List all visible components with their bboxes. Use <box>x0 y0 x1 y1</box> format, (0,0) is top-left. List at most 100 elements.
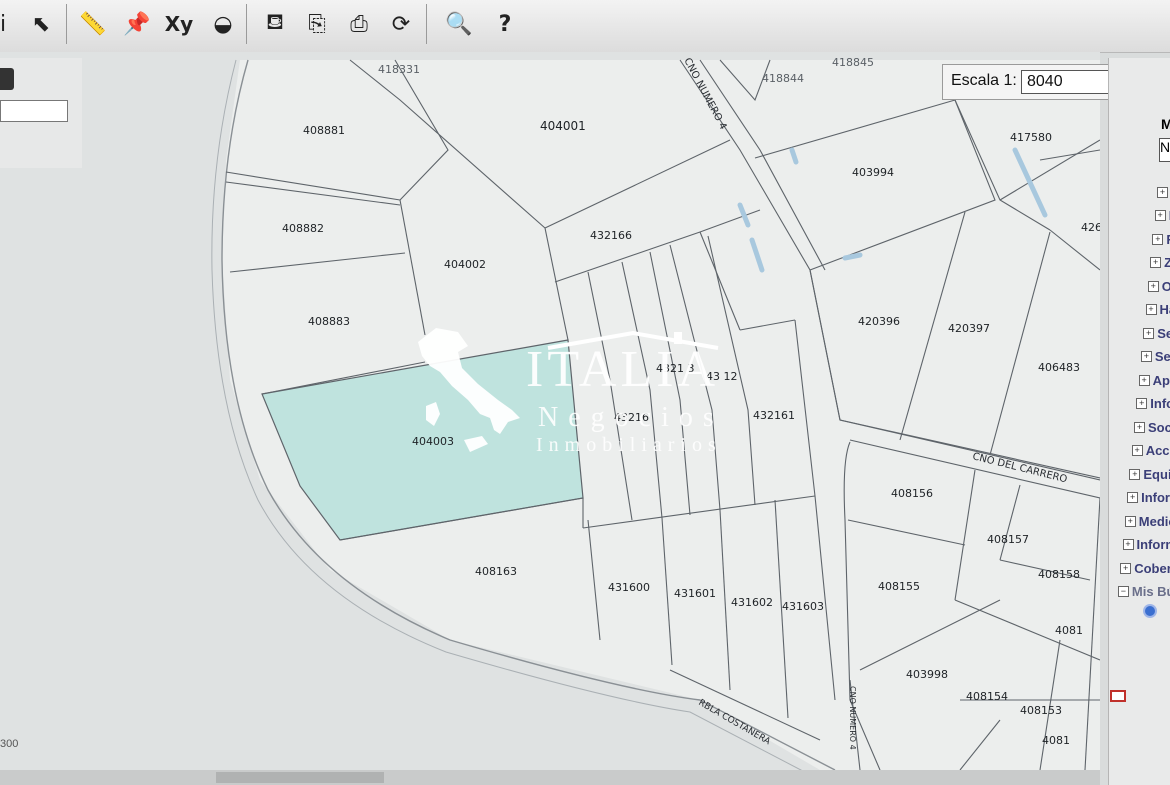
help-icon[interactable]: ? <box>488 6 522 42</box>
layer-equi[interactable]: + Equi <box>1129 464 1170 484</box>
expand-icon[interactable]: + <box>1131 445 1143 456</box>
expand-icon[interactable]: + <box>1147 280 1159 292</box>
panel-toggle-icon[interactable] <box>0 68 14 90</box>
scale-readout: 300 <box>0 738 19 750</box>
expand-icon[interactable]: + <box>1152 233 1164 245</box>
parcel-label: 408163 <box>475 565 517 578</box>
parcel-label: 408154 <box>966 690 1008 703</box>
parcel-label: 420397 <box>948 322 990 335</box>
layer-inform[interactable]: +Inform <box>1122 535 1170 555</box>
parcel-label: 418844 <box>762 72 804 85</box>
layer-apo[interactable]: +Apo <box>1138 370 1170 390</box>
watermark-subtitle: Negocios <box>538 402 724 433</box>
layer-label: Acce <box>1145 443 1170 458</box>
parcel-label: 431602 <box>731 596 773 609</box>
expand-icon[interactable]: + <box>1140 351 1152 362</box>
layer-or[interactable]: +Or <box>1147 276 1170 296</box>
layer-f[interactable]: +F <box>1152 229 1170 249</box>
layer-soci[interactable]: +Soci <box>1134 417 1170 437</box>
parcel-label: 4081 <box>1055 624 1083 637</box>
layer-se[interactable]: +Se <box>1143 323 1170 343</box>
parcel-label: 417580 <box>1010 131 1052 144</box>
left-input-field[interactable] <box>0 100 68 122</box>
parcel-label: 431603 <box>782 600 824 613</box>
expand-icon[interactable]: + <box>1136 398 1148 409</box>
layer-label: Ha <box>1159 302 1170 317</box>
road-label: CNO NUMERO 4 <box>848 686 857 750</box>
parcel-label: 406483 <box>1038 361 1080 374</box>
layer-label: Mis Bús <box>1131 584 1170 599</box>
map-marker-icon[interactable] <box>1110 690 1126 702</box>
expand-icon[interactable]: + <box>1143 327 1155 339</box>
parcel-label: 408153 <box>1020 704 1062 717</box>
parcel-label: 431601 <box>674 587 716 600</box>
parcel-label: 408881 <box>303 124 345 137</box>
layer-label: Medio <box>1138 513 1170 529</box>
parcel-label: 420396 <box>858 315 900 328</box>
layer-label: Inform <box>1136 537 1170 552</box>
scale-label: Escala 1: <box>951 72 1017 89</box>
panel-input[interactable]: N <box>1159 138 1170 162</box>
status-bar <box>0 770 1100 785</box>
toolbar-separator <box>426 4 427 44</box>
layer-label: Zo <box>1164 255 1170 270</box>
toolbar-separator <box>66 4 67 44</box>
expand-icon[interactable]: + <box>1120 562 1132 574</box>
left-panel <box>0 58 82 168</box>
layer-label: Se <box>1157 325 1170 341</box>
parcel-label: 404001 <box>540 119 586 133</box>
info-icon[interactable]: i <box>0 6 20 42</box>
parcel-label: 403998 <box>906 668 948 681</box>
layer-ser[interactable]: +Ser <box>1140 347 1170 367</box>
layer-i[interactable]: +I <box>1154 206 1170 226</box>
layer-label: Soci <box>1148 419 1170 435</box>
layer-label: Or <box>1162 279 1170 294</box>
expand-icon[interactable]: + <box>1122 539 1134 550</box>
layer-infor[interactable]: + Infor <box>1127 488 1170 508</box>
layer-label: Info <box>1150 396 1170 411</box>
expand-icon[interactable]: + <box>1154 210 1166 221</box>
layers-panel: M N +C+I+F+Zo+Or+Ha+Se+Ser+Apo+Info+Soci… <box>1108 58 1170 785</box>
layer-info[interactable]: +Info <box>1136 394 1170 414</box>
layer-zo[interactable]: +Zo <box>1150 253 1170 273</box>
refresh-icon[interactable]: ⟳ <box>384 6 418 42</box>
map-toolbar: i ⬉ 📏 📌 Xy ◒ ⛾ ⎘ ⎙ ⟳ 🔍 ? <box>0 0 1170 53</box>
expand-icon[interactable]: + <box>1124 515 1136 527</box>
collapse-icon[interactable]: − <box>1117 586 1129 597</box>
expand-icon[interactable]: + <box>1150 257 1162 268</box>
layer-acce[interactable]: +Acce <box>1131 441 1170 461</box>
expand-icon[interactable]: + <box>1157 186 1168 198</box>
toolbar-separator <box>246 4 247 44</box>
parcel-label: 432166 <box>590 229 632 242</box>
layer-medio[interactable]: +Medio <box>1124 511 1170 531</box>
zoom-search-icon[interactable]: 🔍 <box>442 6 476 42</box>
export-icon[interactable]: ⎘ <box>300 6 334 42</box>
radio-button[interactable] <box>1143 604 1157 618</box>
layer-cobert[interactable]: +Cobert <box>1120 558 1170 578</box>
layer-label: Ser <box>1154 349 1170 364</box>
parcel-label: 408158 <box>1038 568 1080 581</box>
parcel-label: 431600 <box>608 581 650 594</box>
layer-mis-bus[interactable]: −Mis Bús <box>1117 582 1170 602</box>
parcel-label: 408156 <box>891 487 933 500</box>
ruler-icon[interactable]: 📏 <box>76 6 110 42</box>
layers-globe-icon[interactable]: ◒ <box>206 6 240 42</box>
parcel-label: 408882 <box>282 222 324 235</box>
parcel-label: 408155 <box>878 580 920 593</box>
expand-icon[interactable]: + <box>1127 492 1139 503</box>
expand-icon[interactable]: + <box>1145 304 1157 315</box>
parcel-label: 408157 <box>987 533 1029 546</box>
expand-icon[interactable]: + <box>1134 421 1145 433</box>
parcel-label: 404002 <box>444 258 486 271</box>
layer-c[interactable]: +C <box>1157 182 1170 202</box>
layer-ha[interactable]: +Ha <box>1145 300 1170 320</box>
select-arrow-icon[interactable]: ⬉ <box>24 6 58 42</box>
expand-icon[interactable]: + <box>1138 374 1150 386</box>
print-icon[interactable]: ⎙ <box>342 6 376 42</box>
xy-coordinates-icon[interactable]: Xy <box>162 6 196 42</box>
parcel-label: 408883 <box>308 315 350 328</box>
pushpin-icon[interactable]: 📌 <box>120 6 154 42</box>
layer-label: Equi <box>1143 466 1170 482</box>
paint-bucket-icon[interactable]: ⛾ <box>258 6 292 42</box>
expand-icon[interactable]: + <box>1129 468 1141 480</box>
